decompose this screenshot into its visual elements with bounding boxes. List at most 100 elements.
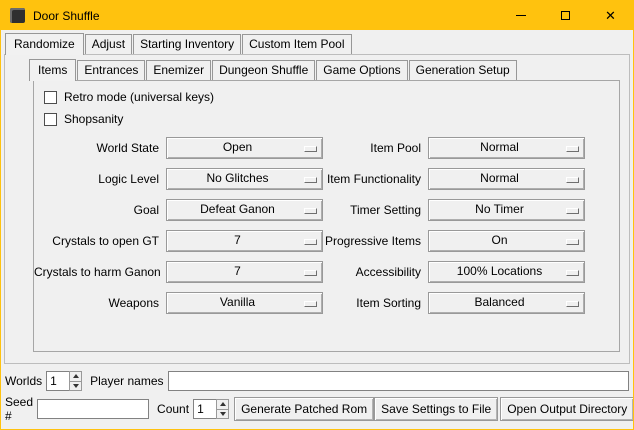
open-output-directory-button[interactable]: Open Output Directory [500,397,634,421]
count-spinner[interactable] [193,399,229,419]
dropdown-indicator-icon [566,270,579,276]
seed-row: Seed # Count Generate Patched Rom Save S… [5,395,629,423]
spin-down-icon [220,412,226,416]
spin-up-icon [220,402,226,406]
retro-mode-checkbox[interactable]: Retro mode (universal keys) [44,86,619,108]
door-shuffle-window: Door Shuffle ✕ Randomize Adjust Starting… [0,0,634,430]
dropdown-indicator-icon [566,177,579,183]
generate-patched-rom-button[interactable]: Generate Patched Rom [234,397,374,421]
crystals-harm-ganon-dropdown[interactable]: 7 [166,261,323,283]
field-label: Accessibility [323,265,428,279]
window-content: Randomize Adjust Starting Inventory Cust… [1,30,633,429]
logic-level-dropdown[interactable]: No Glitches [166,168,323,190]
title-bar[interactable]: Door Shuffle ✕ [1,1,633,30]
item-sorting-dropdown[interactable]: Balanced [428,292,585,314]
field-label: Timer Setting [323,203,428,217]
sub-tab-bar: Items Entrances Enemizer Dungeon Shuffle… [5,55,629,80]
checkbox-icon [44,113,57,126]
form-row: World State Open Item Pool Normal [34,132,619,163]
tab-items[interactable]: Items [29,59,76,81]
worlds-input[interactable] [46,371,69,391]
dropdown-value: Normal [476,171,537,186]
dropdown-value: No Timer [471,202,542,217]
world-state-dropdown[interactable]: Open [166,137,323,159]
form-row: Goal Defeat Ganon Timer Setting No Timer [34,194,619,225]
item-functionality-dropdown[interactable]: Normal [428,168,585,190]
spin-down-icon [73,384,79,388]
field-label: Crystals to open GT [34,234,166,248]
form-row: Logic Level No Glitches Item Functionali… [34,163,619,194]
dropdown-value: 100% Locations [453,264,560,279]
form-row: Weapons Vanilla Item Sorting Balanced [34,287,619,318]
spin-down-button[interactable] [216,410,229,420]
randomize-panel: Items Entrances Enemizer Dungeon Shuffle… [4,54,630,364]
dropdown-value: Defeat Ganon [196,202,293,217]
tab-dungeon-shuffle[interactable]: Dungeon Shuffle [212,60,315,80]
dropdown-indicator-icon [304,177,317,183]
close-icon: ✕ [605,9,616,22]
form-row: Crystals to open GT 7 Progressive Items … [34,225,619,256]
form-row: Crystals to harm Ganon 7 Accessibility 1… [34,256,619,287]
checkbox-label: Retro mode (universal keys) [64,90,214,104]
count-label: Count [157,402,189,416]
spin-down-button[interactable] [69,382,82,392]
dropdown-indicator-icon [566,239,579,245]
dropdown-value: No Glitches [202,171,286,186]
dropdown-value: Balanced [470,295,542,310]
dropdown-indicator-icon [566,146,579,152]
field-label: Logic Level [34,172,166,186]
bottom-bar: Worlds Player names Seed # Count [1,364,633,429]
progressive-items-dropdown[interactable]: On [428,230,585,252]
main-tab-bar: Randomize Adjust Starting Inventory Cust… [1,30,633,54]
item-pool-dropdown[interactable]: Normal [428,137,585,159]
checkbox-label: Shopsanity [64,112,123,126]
items-panel: Retro mode (universal keys) Shopsanity W… [33,80,620,352]
count-spin-buttons [216,399,229,419]
save-settings-button[interactable]: Save Settings to File [374,397,498,421]
dropdown-value: Vanilla [216,295,273,310]
tab-adjust[interactable]: Adjust [85,34,132,54]
spin-up-button[interactable] [216,399,229,410]
spin-up-icon [73,374,79,378]
checkbox-icon [44,91,57,104]
player-names-label: Player names [90,374,163,388]
minimize-button[interactable] [498,1,543,30]
dropdown-indicator-icon [304,208,317,214]
tab-randomize[interactable]: Randomize [5,33,84,55]
field-label: Goal [34,203,166,217]
close-button[interactable]: ✕ [588,1,633,30]
dropdown-value: 7 [230,233,259,248]
count-input[interactable] [193,399,216,419]
shopsanity-checkbox[interactable]: Shopsanity [44,108,619,130]
tab-custom-item-pool[interactable]: Custom Item Pool [242,34,351,54]
tab-generation-setup[interactable]: Generation Setup [409,60,517,80]
dropdown-value: Normal [476,140,537,155]
field-label: Item Functionality [323,172,428,186]
field-label: World State [34,141,166,155]
crystals-open-gt-dropdown[interactable]: 7 [166,230,323,252]
dropdown-indicator-icon [304,239,317,245]
tab-enemizer[interactable]: Enemizer [146,60,211,80]
settings-form: World State Open Item Pool Normal Logic … [34,132,619,318]
bottom-right-buttons: Save Settings to File Open Output Direct… [374,397,634,421]
worlds-spinner[interactable] [46,371,82,391]
worlds-label: Worlds [5,374,42,388]
dropdown-value: Open [219,140,270,155]
tab-starting-inventory[interactable]: Starting Inventory [133,34,241,54]
spin-up-button[interactable] [69,371,82,382]
player-names-input[interactable] [168,371,630,391]
tab-game-options[interactable]: Game Options [316,60,407,80]
timer-setting-dropdown[interactable]: No Timer [428,199,585,221]
maximize-icon [561,11,570,20]
seed-label: Seed # [5,395,33,423]
seed-input[interactable] [37,399,149,419]
field-label: Item Sorting [323,296,428,310]
field-label: Weapons [34,296,166,310]
field-label: Crystals to harm Ganon [34,265,166,279]
window-controls: ✕ [498,1,633,30]
accessibility-dropdown[interactable]: 100% Locations [428,261,585,283]
weapons-dropdown[interactable]: Vanilla [166,292,323,314]
maximize-button[interactable] [543,1,588,30]
tab-entrances[interactable]: Entrances [77,60,145,80]
goal-dropdown[interactable]: Defeat Ganon [166,199,323,221]
